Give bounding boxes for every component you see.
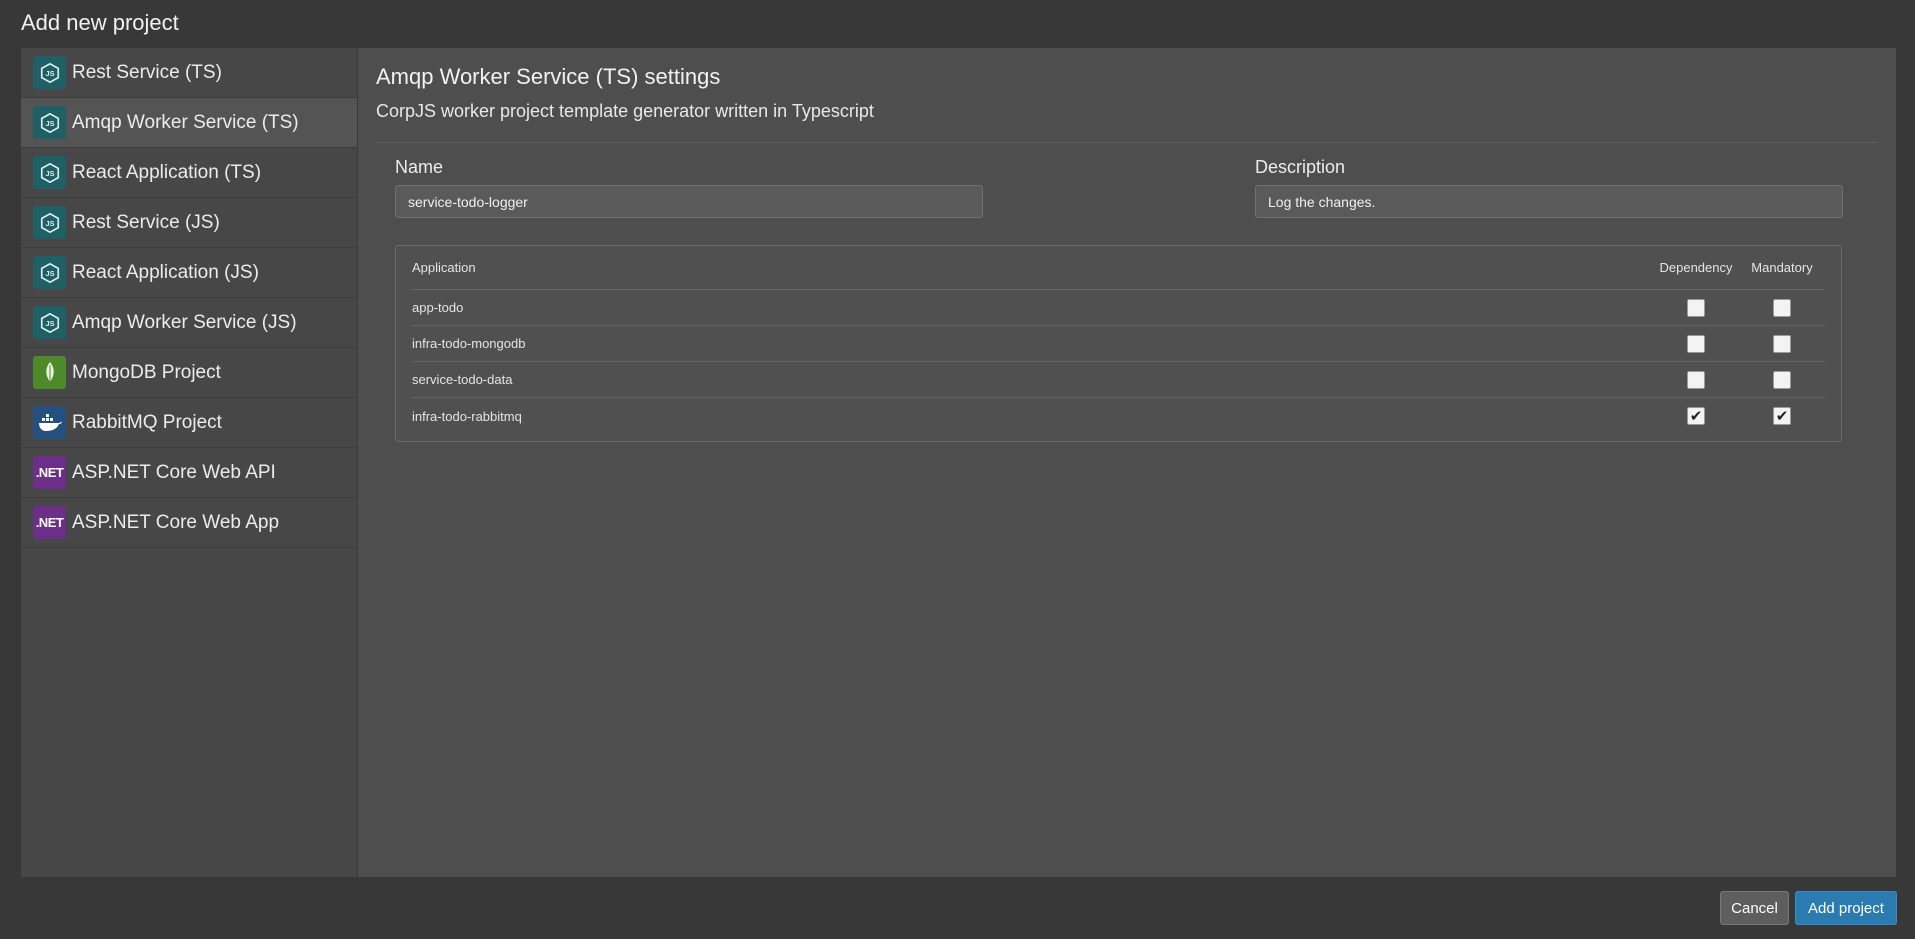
application-name: infra-todo-rabbitmq bbox=[412, 408, 522, 424]
dotnet-icon: .NET bbox=[33, 456, 66, 489]
template-item-rest-service-js[interactable]: JS Rest Service (JS) bbox=[21, 198, 357, 248]
svg-text:JS: JS bbox=[45, 319, 54, 328]
template-item-amqp-worker-service-js[interactable]: JS Amqp Worker Service (JS) bbox=[21, 298, 357, 348]
template-item-mongodb-project[interactable]: MongoDB Project bbox=[21, 348, 357, 398]
settings-panel: Amqp Worker Service (TS) settings CorpJS… bbox=[358, 48, 1896, 877]
divider bbox=[376, 142, 1878, 143]
name-input[interactable] bbox=[395, 185, 983, 218]
nodejs-icon: JS bbox=[33, 306, 66, 339]
svg-text:JS: JS bbox=[45, 169, 54, 178]
template-label: Amqp Worker Service (TS) bbox=[72, 111, 299, 133]
table-row: service-todo-data bbox=[412, 362, 1825, 398]
dependency-checkbox[interactable] bbox=[1687, 334, 1705, 353]
dependency-checkbox[interactable]: ✔ bbox=[1687, 407, 1705, 425]
description-input[interactable] bbox=[1255, 185, 1843, 218]
template-label: React Application (TS) bbox=[72, 161, 262, 183]
application-name: app-todo bbox=[412, 300, 464, 315]
application-column-header: Application bbox=[412, 260, 476, 275]
template-item-aspnet-core-web-app[interactable]: .NET ASP.NET Core Web App bbox=[21, 498, 357, 548]
template-label: Rest Service (JS) bbox=[72, 211, 220, 233]
template-item-rabbitmq-project[interactable]: RabbitMQ Project bbox=[21, 398, 357, 448]
applications-table: Application Dependency Mandatory app-tod… bbox=[395, 245, 1842, 442]
table-row: app-todo bbox=[412, 290, 1825, 326]
template-label: RabbitMQ Project bbox=[72, 411, 222, 433]
template-item-react-application-ts[interactable]: JS React Application (TS) bbox=[21, 148, 357, 198]
table-row: infra-todo-rabbitmq ✔ ✔ bbox=[412, 398, 1825, 434]
dependency-checkbox[interactable] bbox=[1687, 370, 1705, 389]
mandatory-column-header: Mandatory bbox=[1751, 260, 1813, 275]
svg-text:JS: JS bbox=[45, 219, 54, 228]
svg-text:JS: JS bbox=[45, 269, 54, 278]
template-label: ASP.NET Core Web API bbox=[72, 461, 276, 483]
template-label: React Application (JS) bbox=[72, 261, 259, 283]
mandatory-checkbox[interactable] bbox=[1773, 334, 1791, 353]
cancel-button[interactable]: Cancel bbox=[1720, 891, 1789, 925]
template-label: ASP.NET Core Web App bbox=[72, 511, 280, 533]
name-label: Name bbox=[395, 157, 444, 177]
template-item-react-application-js[interactable]: JS React Application (JS) bbox=[21, 248, 357, 298]
template-item-rest-service-ts[interactable]: JS Rest Service (TS) bbox=[21, 48, 357, 98]
description-label: Description bbox=[1255, 157, 1346, 177]
docker-whale-icon bbox=[33, 406, 66, 439]
dialog-body: JS Rest Service (TS) JS Amqp Worker Serv… bbox=[21, 48, 1896, 877]
nodejs-icon: JS bbox=[33, 206, 66, 239]
svg-text:JS: JS bbox=[45, 119, 54, 128]
nodejs-icon: JS bbox=[33, 256, 66, 289]
dotnet-icon: .NET bbox=[33, 506, 66, 539]
mandatory-checkbox[interactable] bbox=[1773, 298, 1791, 317]
dependency-column-header: Dependency bbox=[1659, 260, 1733, 275]
template-label: Amqp Worker Service (JS) bbox=[72, 311, 297, 333]
settings-title: Amqp Worker Service (TS) settings bbox=[376, 64, 721, 89]
application-name: infra-todo-mongodb bbox=[412, 336, 526, 351]
template-label: MongoDB Project bbox=[72, 361, 221, 383]
template-list: JS Rest Service (TS) JS Amqp Worker Serv… bbox=[21, 48, 358, 877]
nodejs-icon: JS bbox=[33, 156, 66, 189]
dependency-checkbox[interactable] bbox=[1687, 298, 1705, 317]
template-item-amqp-worker-service-ts[interactable]: JS Amqp Worker Service (TS) bbox=[21, 98, 357, 148]
application-name: service-todo-data bbox=[412, 372, 513, 387]
mandatory-checkbox[interactable]: ✔ bbox=[1773, 407, 1791, 425]
settings-subtitle: CorpJS worker project template generator… bbox=[376, 101, 874, 121]
mandatory-checkbox[interactable] bbox=[1773, 370, 1791, 389]
add-project-button[interactable]: Add project bbox=[1795, 891, 1897, 925]
table-header: Application Dependency Mandatory bbox=[412, 246, 1825, 290]
template-label: Rest Service (TS) bbox=[72, 61, 222, 83]
svg-text:JS: JS bbox=[45, 69, 54, 78]
template-item-aspnet-core-web-api[interactable]: .NET ASP.NET Core Web API bbox=[21, 448, 357, 498]
table-row: infra-todo-mongodb bbox=[412, 326, 1825, 362]
nodejs-icon: JS bbox=[33, 56, 66, 89]
nodejs-icon: JS bbox=[33, 106, 66, 139]
dialog-title: Add new project bbox=[21, 10, 179, 35]
mongodb-leaf-icon bbox=[33, 356, 66, 389]
